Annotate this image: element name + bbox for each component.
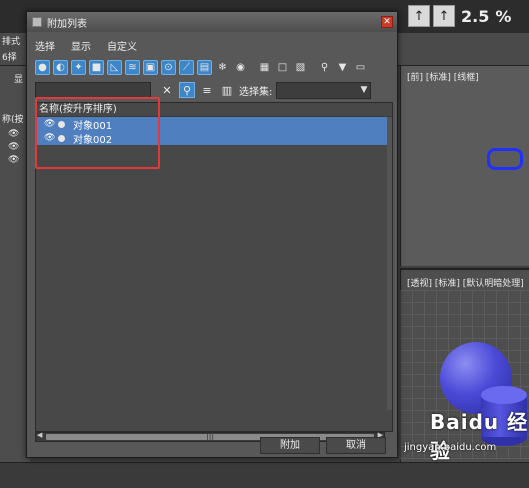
app-icon <box>32 17 42 27</box>
xrefs-filter-icon[interactable]: ⊙ <box>161 59 176 75</box>
top-right-buttons: ↑ ↑ 2.5 % <box>405 3 511 29</box>
watermark-logo: Baidu 经验 <box>430 410 529 463</box>
folder-icon[interactable]: ▭ <box>353 60 368 75</box>
select-up-icon[interactable]: ↑ <box>433 5 455 27</box>
percent-snap-icon[interactable]: % <box>495 7 511 26</box>
groups-filter-icon[interactable]: ▣ <box>143 59 158 75</box>
select-none-icon[interactable]: □ <box>275 60 290 75</box>
annotation-highlight-box <box>35 97 160 169</box>
bg-left-text-2: 6择 <box>2 53 17 63</box>
shapes-filter-icon[interactable]: ◐ <box>53 59 68 75</box>
vertical-scrollbar[interactable] <box>387 117 392 410</box>
dialog-title: 附加列表 <box>47 18 87 30</box>
menu-display[interactable]: 显示 <box>71 38 91 53</box>
display-mode-icon[interactable]: ▥ <box>219 82 235 98</box>
watermark: Baidu 经验 jingyan.baidu.com <box>400 402 529 463</box>
grip-icon: ||| <box>206 431 215 440</box>
chevron-down-icon: ▼ <box>360 84 368 95</box>
layers-icon[interactable]: ≡ <box>199 82 215 98</box>
watermark-url: jingyan.baidu.com <box>404 442 497 453</box>
containers-filter-icon[interactable]: ▤ <box>197 59 212 75</box>
bg-visibility-column: 👁 👁 👁 <box>8 129 20 165</box>
close-button[interactable]: ✕ <box>381 16 393 28</box>
bones-filter-icon[interactable]: ⟋ <box>179 59 194 75</box>
viewport-front-label: [前] [标准] [线框] <box>407 73 479 83</box>
menu-customize[interactable]: 自定义 <box>107 38 137 53</box>
dialog-titlebar[interactable]: 附加列表 ✕ <box>27 12 397 32</box>
spacewarps-filter-icon[interactable]: ≋ <box>125 59 140 75</box>
bg-left-text-1: 排式 <box>2 37 21 47</box>
selection-set-dropdown[interactable]: ▼ <box>276 81 372 99</box>
bg-left-text-4: 称(按 <box>2 115 24 125</box>
filter-funnel-icon[interactable]: ⚲ <box>317 60 332 75</box>
attach-list-dialog: 附加列表 ✕ 选择 显示 自定义 ● ◐ ✦ ■ ◺ ≋ ▣ ⊙ ⟋ ▤ ❄ ◉… <box>26 11 398 458</box>
select-all-icon[interactable]: ▦ <box>257 60 272 75</box>
frozen-filter-icon[interactable]: ❄ <box>215 60 230 75</box>
scroll-left-icon[interactable]: ◀ <box>37 431 42 439</box>
app-root: ↑ ↑ 2.5 % 排式 6择 显 称(按 👁 👁 👁 [前] [标准] [线框] … <box>0 0 529 488</box>
lights-filter-icon[interactable]: ✦ <box>71 59 86 75</box>
funnel-icon[interactable]: ▼ <box>335 60 350 75</box>
clear-search-icon[interactable]: ✕ <box>159 82 175 98</box>
geometry-filter-icon[interactable]: ● <box>35 59 50 75</box>
viewport-object-front[interactable] <box>487 148 523 170</box>
move-up-icon[interactable]: ↑ <box>408 5 430 27</box>
snap-toggle-label[interactable]: 2.5 <box>461 7 489 26</box>
bg-left-text-3: 显 <box>14 75 24 85</box>
viewport-perspective-label: [透视] [标准] [默认明暗处理] <box>407 279 524 289</box>
cameras-filter-icon[interactable]: ■ <box>89 59 104 75</box>
helpers-filter-icon[interactable]: ◺ <box>107 59 122 75</box>
hidden-filter-icon[interactable]: ◉ <box>233 60 248 75</box>
search-input[interactable] <box>35 81 151 99</box>
selection-set-label: 选择集: <box>239 86 273 98</box>
menu-select[interactable]: 选择 <box>35 38 55 53</box>
attach-button[interactable]: 附加 <box>260 437 320 454</box>
cancel-button[interactable]: 取消 <box>326 437 386 454</box>
menu-bar: 选择 显示 自定义 <box>35 36 153 54</box>
select-invert-icon[interactable]: ▧ <box>293 60 308 75</box>
filter-toolbar: ● ◐ ✦ ■ ◺ ≋ ▣ ⊙ ⟋ ▤ ❄ ◉ ▦ □ ▧ ⚲ ▼ ▭ <box>35 56 385 78</box>
background-status-bar <box>0 462 529 488</box>
scrollbar-thumb[interactable]: ||| <box>46 431 374 440</box>
find-filter-icon[interactable]: ⚲ <box>179 82 195 98</box>
